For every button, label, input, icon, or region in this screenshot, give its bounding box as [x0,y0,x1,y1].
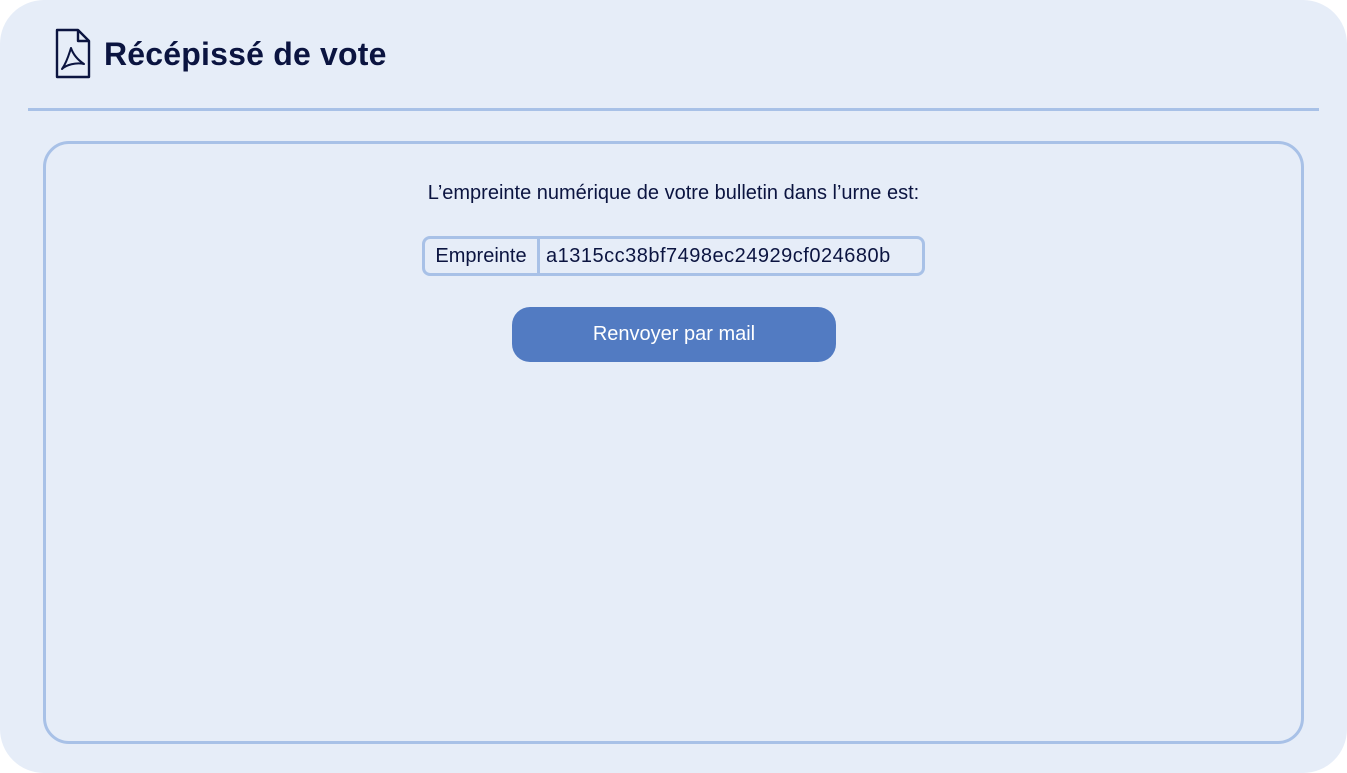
header: Récépissé de vote [28,0,1319,111]
pdf-file-icon [54,28,92,80]
fingerprint-field: Empreinte a1315cc38bf7498ec24929cf024680… [422,236,925,276]
receipt-card: Récépissé de vote L’empreinte numérique … [0,0,1347,773]
fingerprint-value[interactable]: a1315cc38bf7498ec24929cf024680b [540,239,922,273]
page-title: Récépissé de vote [104,36,387,72]
fingerprint-label: Empreinte [425,239,540,273]
receipt-panel: L’empreinte numérique de votre bulletin … [43,141,1304,744]
resend-by-mail-button[interactable]: Renvoyer par mail [512,307,836,362]
fingerprint-intro-text: L’empreinte numérique de votre bulletin … [427,182,920,204]
